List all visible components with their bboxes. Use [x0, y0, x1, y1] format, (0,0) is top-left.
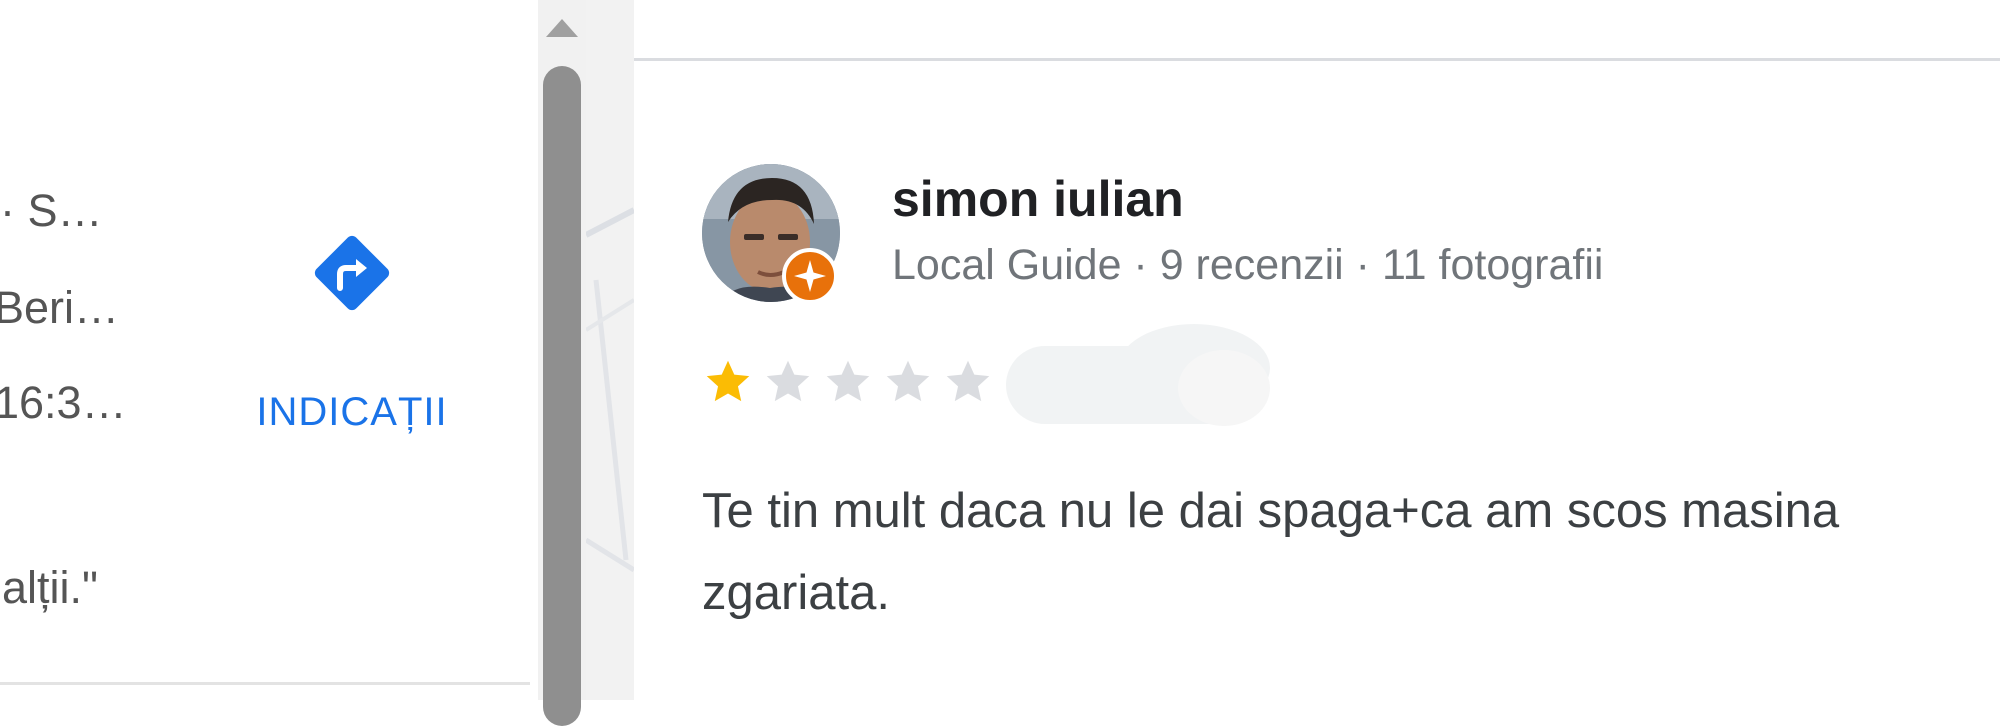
review-text: Te tin mult daca nu le dai spaga+ca am s… — [702, 470, 2000, 634]
star-empty-icon — [946, 360, 990, 402]
map-roads — [584, 207, 636, 573]
truncated-quote-line: alții." — [2, 562, 98, 613]
review-panel: simon iulian Local Guide · 9 recenzii · … — [634, 0, 2000, 700]
truncated-text-line-2: Beri… — [0, 282, 120, 333]
reviewer-meta[interactable]: Local Guide · 9 recenzii · 11 fotografii — [892, 244, 1603, 287]
directions-label: INDICAȚII — [256, 390, 448, 434]
local-guide-badge-icon — [782, 248, 838, 304]
star-empty-icon — [886, 360, 930, 402]
scroll-up-arrow-icon[interactable] — [540, 10, 584, 44]
truncated-text-line-3: 16:3… — [0, 377, 127, 428]
reviewer-name[interactable]: simon iulian — [892, 174, 1184, 224]
divider — [634, 58, 2000, 61]
star-rating — [702, 356, 994, 408]
truncated-text-line-1: · S… — [0, 185, 103, 236]
place-details-panel: · S… Beri… 16:3… alții." INDICAȚII — [0, 0, 538, 700]
directions-button[interactable]: INDICAȚII — [232, 220, 472, 450]
star-filled-icon — [706, 360, 750, 402]
directions-icon — [314, 235, 390, 311]
star-empty-icon — [826, 360, 870, 402]
star-empty-icon — [766, 360, 810, 402]
scrollbar-thumb[interactable] — [543, 66, 581, 726]
review-text-line-2: zgariata. — [702, 566, 890, 620]
divider — [0, 682, 530, 685]
redacted-review-date — [1006, 324, 1270, 426]
scrollbar[interactable] — [538, 0, 586, 726]
review-text-line-1: Te tin mult daca nu le dai spaga+ca am s… — [702, 484, 1840, 538]
map-background — [584, 0, 636, 700]
